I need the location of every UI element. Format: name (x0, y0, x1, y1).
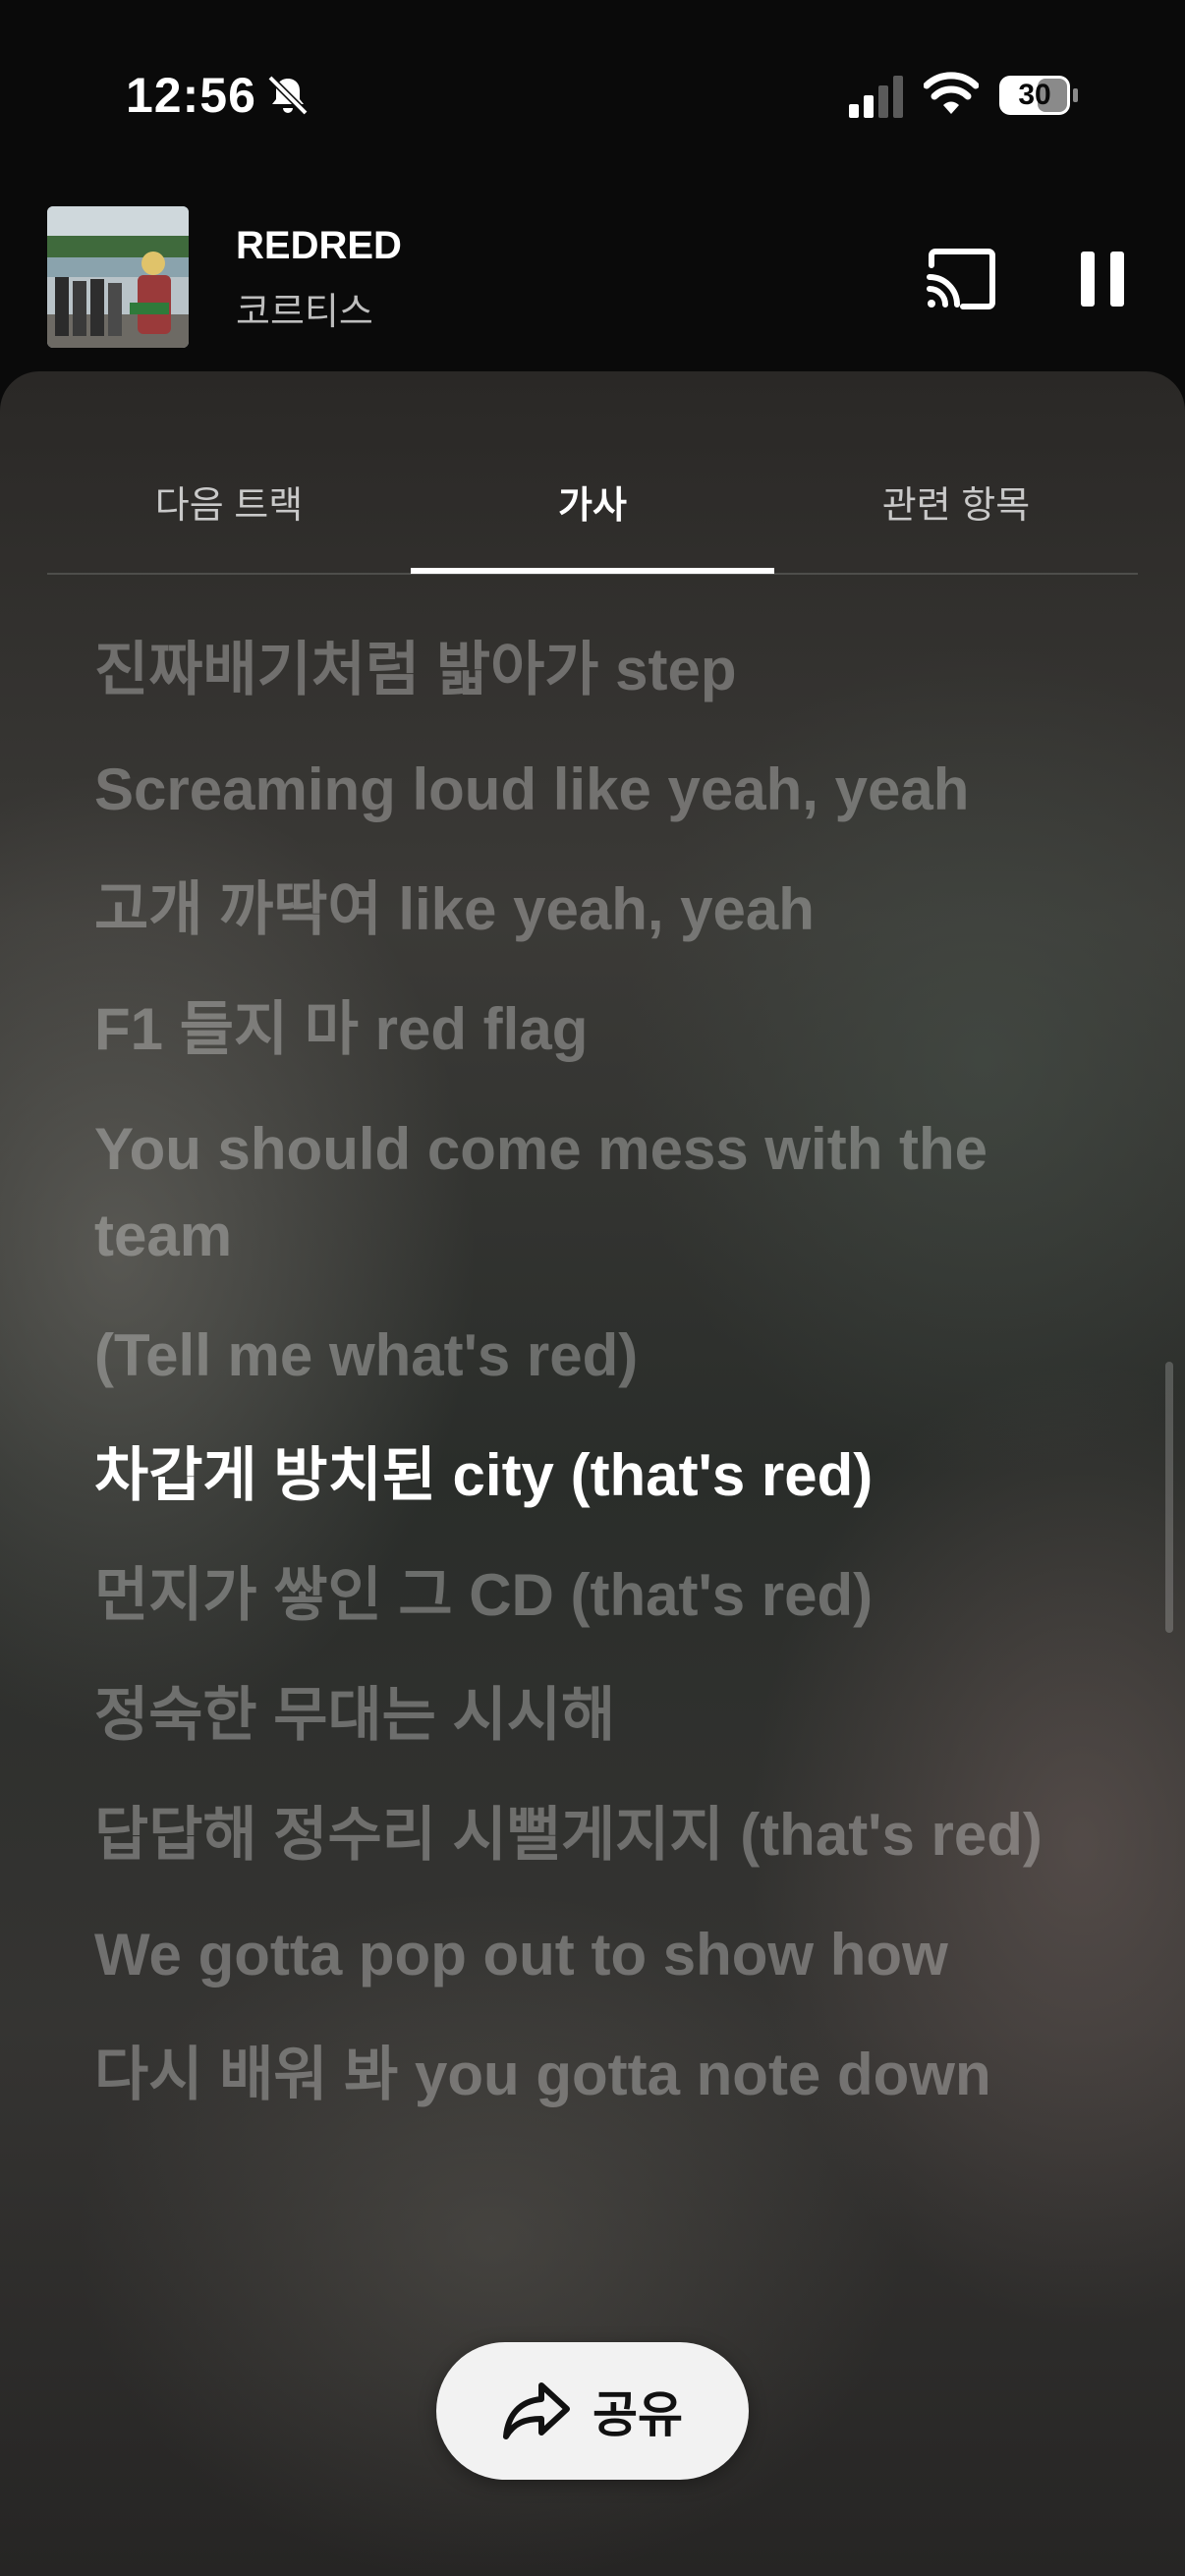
cellular-signal-icon (849, 76, 903, 118)
share-button-label: 공유 (592, 2387, 683, 2442)
lyric-line[interactable]: 정숙한 무대는 시시해 (94, 1672, 1097, 1759)
lyrics-list[interactable]: 진짜배기처럼 밟아가 step Screaming loud like yeah… (94, 578, 1097, 2576)
lyric-line[interactable]: 먼지가 쌓인 그 CD (that's red) (94, 1552, 1097, 1639)
lyric-line[interactable]: 답답해 정수리 시뻘게지지 (that's red) (94, 1792, 1097, 1878)
lyric-line[interactable]: 고개 까딱여 like yeah, yeah (94, 867, 1097, 953)
lyric-line[interactable]: (Tell me what's red) (94, 1313, 1097, 1399)
share-button[interactable]: 공유 (436, 2342, 749, 2480)
status-bar: 12:56 30 (0, 0, 1185, 187)
song-title[interactable]: REDRED (236, 224, 402, 268)
lyrics-scrollbar[interactable] (1165, 1362, 1173, 1633)
now-playing-header[interactable]: REDRED 코르티스 (0, 187, 1185, 373)
bell-slash-icon (267, 75, 309, 116)
cast-icon[interactable] (924, 248, 998, 310)
tab-bar: 다음 트랙 가사 관련 항목 (47, 371, 1138, 575)
album-art[interactable] (47, 206, 189, 348)
song-artist[interactable]: 코르티스 (236, 281, 373, 335)
status-time: 12:56 (126, 68, 256, 123)
share-icon (503, 2382, 570, 2439)
pause-icon[interactable] (1071, 248, 1134, 310)
lyric-line[interactable]: 다시 배워 봐 you gotta note down (94, 2032, 1097, 2118)
current-lyric-line[interactable]: 차갑게 방치된 city (that's red) (94, 1432, 1097, 1519)
wifi-icon (924, 72, 979, 114)
active-tab-indicator (411, 568, 774, 574)
lyric-line[interactable]: F1 들지 마 red flag (94, 986, 1097, 1073)
lyrics-sheet: 다음 트랙 가사 관련 항목 진짜배기처럼 밟아가 step Screaming… (0, 371, 1185, 2576)
lyric-line[interactable]: You should come mess with the team (94, 1106, 1097, 1279)
battery-level: 30 (1018, 79, 1051, 111)
tab-lyrics[interactable]: 가사 (411, 475, 774, 529)
lyric-line[interactable]: We gotta pop out to show how (94, 1912, 1097, 1998)
tab-up-next[interactable]: 다음 트랙 (47, 475, 411, 529)
lyric-line[interactable]: 진짜배기처럼 밟아가 step (94, 627, 1097, 713)
tab-related[interactable]: 관련 항목 (774, 475, 1138, 529)
lyric-line[interactable]: Screaming loud like yeah, yeah (94, 747, 1097, 833)
